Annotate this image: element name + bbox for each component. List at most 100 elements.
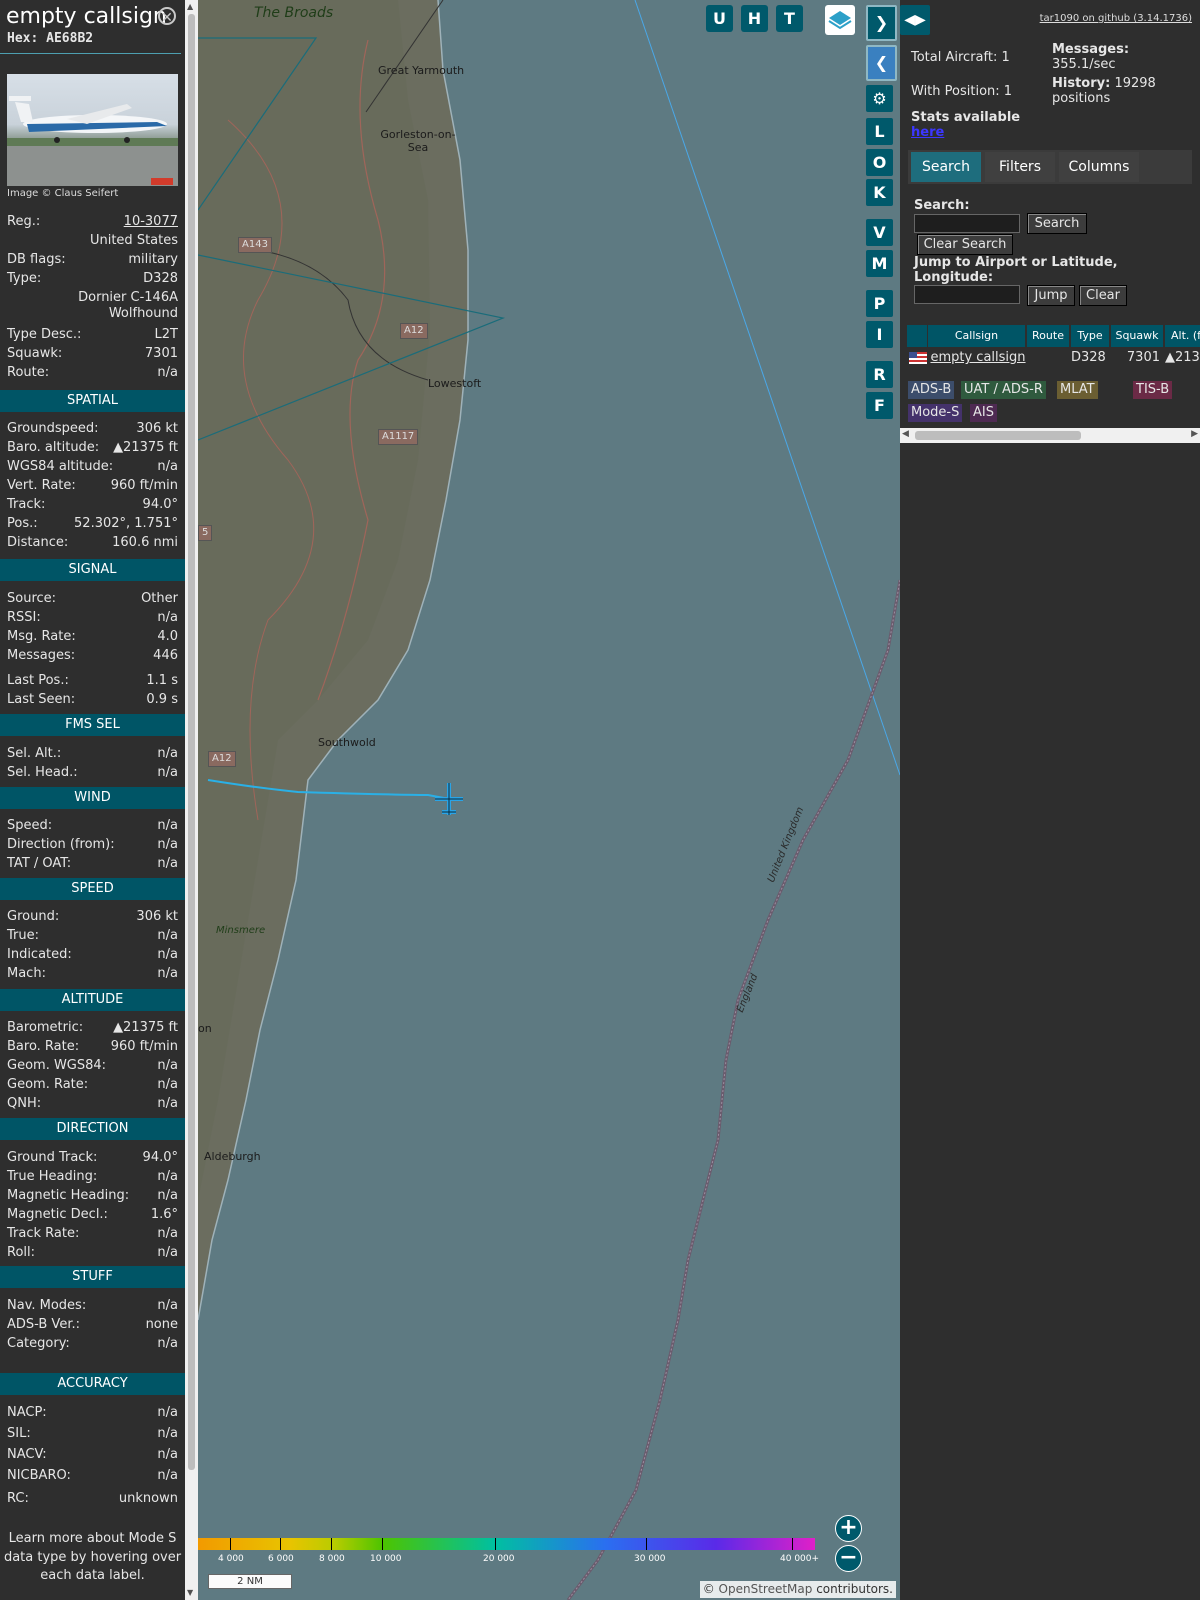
tab-search[interactable]: Search [911, 152, 981, 182]
section-header-direction[interactable]: DIRECTION [0, 1118, 185, 1140]
search-button[interactable]: Search [1027, 213, 1087, 234]
detail-value: 1.6° [150, 1207, 178, 1222]
detail-label: Ground Track: [7, 1150, 98, 1165]
toggle-sidebar-button[interactable]: ◀▶ [900, 5, 930, 35]
settings-button[interactable]: ⚙ [866, 85, 893, 112]
tab-columns[interactable]: Columns [1059, 152, 1139, 182]
scroll-up-arrow-icon[interactable]: ▲ [187, 2, 193, 11]
stats-link[interactable]: here [911, 125, 944, 140]
detail-label: Geom. WGS84: [7, 1058, 107, 1073]
detail-label: True Heading: [7, 1169, 98, 1184]
tab-filters[interactable]: Filters [985, 152, 1055, 182]
map-button-p[interactable]: P [866, 290, 893, 317]
map-button-l[interactable]: L [866, 118, 893, 145]
clear-button[interactable]: Clear [1079, 285, 1127, 306]
detail-value: Dornier C-146A Wolfhound [78, 290, 178, 321]
section-header-accuracy[interactable]: ACCURACY [0, 1373, 185, 1395]
layers-button[interactable] [825, 5, 855, 35]
detail-row: Pos.: 52.302°, 1.751° [7, 514, 178, 533]
legend-tick-label: 20 000 [483, 1554, 515, 1564]
detail-label: NICBARO: [7, 1468, 71, 1483]
map-button-u[interactable]: U [706, 5, 733, 32]
detail-row: Category: n/a [7, 1334, 178, 1353]
jump-button[interactable]: Jump [1027, 285, 1075, 306]
github-link[interactable]: tar1090 on github (3.14.1736) [1040, 13, 1192, 24]
map-button-k[interactable]: K [866, 179, 893, 206]
section-header-spatial[interactable]: SPATIAL [0, 390, 185, 412]
info-panel-scrollbar[interactable]: ▲ ▼ [185, 0, 198, 1600]
scrollbar-thumb[interactable] [915, 431, 1081, 440]
detail-value: unknown [118, 1491, 178, 1506]
map-button-o[interactable]: O [866, 149, 893, 176]
source-badge: ADS-B [908, 381, 955, 399]
column-header-squawk[interactable]: Squawk [1111, 325, 1163, 347]
detail-value: n/a [157, 1405, 178, 1420]
section-header-wind[interactable]: WIND [0, 787, 185, 809]
source-badge: UAT / ADS-R [961, 381, 1046, 399]
detail-row: Roll: n/a [7, 1243, 178, 1262]
detail-row: Dornier C-146A Wolfhound [7, 290, 178, 322]
detail-label: Last Pos.: [7, 673, 69, 688]
collapse-left-button[interactable]: ❮ [866, 45, 897, 81]
detail-value[interactable]: 10-3077 [124, 212, 178, 231]
scroll-left-arrow-icon[interactable]: ◀ [902, 429, 909, 439]
place-label: Southwold [318, 736, 376, 749]
detail-row: Geom. Rate: n/a [7, 1075, 178, 1094]
column-header-type[interactable]: Type [1071, 325, 1109, 347]
detail-row: Direction (from): n/a [7, 835, 178, 854]
zoom-in-button[interactable]: + [835, 1515, 862, 1542]
place-label: Aldeburgh [204, 1150, 261, 1163]
expand-right-button[interactable]: ❯ [866, 5, 897, 41]
scrollbar-thumb[interactable] [188, 14, 195, 1470]
detail-value: 960 ft/min [110, 1039, 178, 1054]
detail-value: n/a [157, 610, 178, 625]
detail-value: ▲21375 ft [113, 440, 178, 455]
map-view[interactable]: The Broads Great Yarmouth Gorleston-on-Se… [198, 0, 900, 1600]
map-button-h[interactable]: H [741, 5, 768, 32]
detail-row: RSSI: n/a [7, 608, 178, 627]
section-header-signal[interactable]: SIGNAL [0, 559, 185, 581]
area-label-the-broads: The Broads [254, 5, 334, 21]
map-button-f[interactable]: F [866, 392, 893, 419]
aircraft-photo[interactable] [7, 74, 178, 186]
detail-row: Squawk: 7301 [7, 344, 178, 363]
detail-row: Vert. Rate: 960 ft/min [7, 476, 178, 495]
scroll-down-arrow-icon[interactable]: ▼ [187, 1588, 193, 1597]
detail-value: 4.0 [157, 629, 178, 644]
section-header-altitude[interactable]: ALTITUDE [0, 989, 185, 1011]
map-button-m[interactable]: M [866, 250, 893, 277]
jump-input[interactable] [914, 285, 1020, 304]
column-header-route[interactable]: Route [1027, 325, 1069, 347]
detail-label: NACV: [7, 1447, 47, 1462]
detail-label: Geom. Rate: [7, 1077, 89, 1092]
detail-value: 7301 [144, 346, 178, 361]
section-header-stuff[interactable]: STUFF [0, 1266, 185, 1288]
table-horizontal-scrollbar[interactable]: ◀ ▶ [900, 428, 1200, 443]
map-button-r[interactable]: R [866, 361, 893, 388]
search-label: Search: [914, 198, 970, 213]
osm-link[interactable]: OpenStreetMap [719, 1582, 813, 1596]
with-position: With Position: 1 [911, 84, 1013, 99]
column-header-callsign[interactable]: Callsign [928, 325, 1025, 347]
scroll-right-arrow-icon[interactable]: ▶ [1191, 429, 1198, 439]
map-button-t[interactable]: T [776, 5, 803, 32]
row-callsign[interactable]: empty callsign [930, 347, 1026, 368]
section-header-speed[interactable]: SPEED [0, 878, 185, 900]
detail-value: 0.9 s [146, 692, 178, 707]
map-button-v[interactable]: V [866, 219, 893, 246]
detail-row: True: n/a [7, 926, 178, 945]
zoom-out-button[interactable]: − [835, 1545, 862, 1572]
chevron-left-icon: ❮ [874, 53, 889, 72]
detail-label: Messages: [7, 648, 76, 663]
detail-label: Magnetic Heading: [7, 1188, 130, 1203]
column-header-flag[interactable] [907, 325, 927, 347]
close-icon[interactable]: ✕ [158, 7, 176, 26]
messages-stat: Messages: 355.1/sec [1052, 42, 1129, 72]
road-label: A12 [400, 323, 428, 339]
column-header-alt-ft[interactable]: Alt. (ft) [1165, 325, 1200, 347]
clear-search-button[interactable]: Clear Search [917, 234, 1013, 255]
detail-value: 446 [153, 648, 178, 663]
section-header-fms-sel[interactable]: FMS SEL [0, 714, 185, 736]
search-input[interactable] [914, 214, 1020, 233]
map-button-i[interactable]: I [866, 321, 893, 348]
